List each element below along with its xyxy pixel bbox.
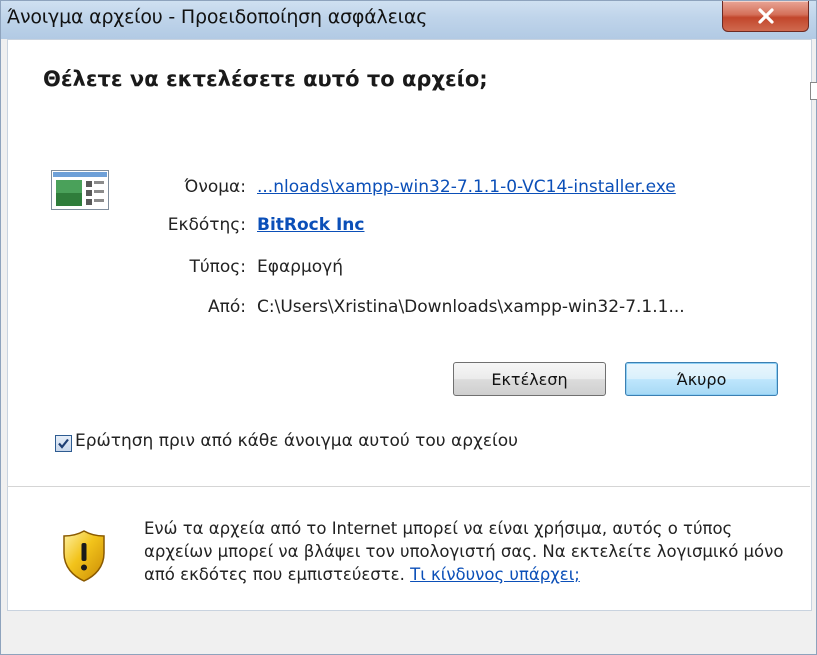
name-label: Όνομα: bbox=[184, 177, 246, 197]
ask-before-open-label[interactable]: Ερώτηση πριν από κάθε άνοιγμα αυτού του … bbox=[75, 431, 518, 451]
security-warning-text: Ενώ τα αρχεία από το Internet μπορεί να … bbox=[144, 517, 804, 586]
publisher-link[interactable]: BitRock Inc bbox=[257, 215, 365, 235]
title-bar[interactable]: Άνοιγμα αρχείου - Προειδοποίηση ασφάλεια… bbox=[1, 1, 816, 39]
resize-grip bbox=[810, 82, 817, 100]
type-label: Τύπος: bbox=[189, 257, 246, 277]
cancel-button[interactable]: Άκυρο bbox=[625, 362, 778, 396]
dialog-heading: Θέλετε να εκτελέσετε αυτό το αρχείο; bbox=[43, 67, 488, 91]
separator bbox=[7, 486, 810, 487]
run-button[interactable]: Εκτέλεση bbox=[453, 362, 606, 396]
window-title: Άνοιγμα αρχείου - Προειδοποίηση ασφάλεια… bbox=[7, 6, 428, 28]
security-warning-dialog: Άνοιγμα αρχείου - Προειδοποίηση ασφάλεια… bbox=[0, 0, 817, 655]
what-is-the-risk-link[interactable]: Τι κίνδυνος υπάρχει; bbox=[410, 565, 580, 584]
application-file-icon bbox=[51, 170, 109, 210]
close-button[interactable] bbox=[722, 1, 809, 32]
type-value: Εφαρμογή bbox=[257, 257, 344, 277]
from-label: Από: bbox=[208, 297, 246, 317]
checkmark-icon bbox=[58, 438, 69, 449]
ask-before-open-checkbox[interactable] bbox=[55, 435, 72, 452]
file-name-link[interactable]: ...nloads\xampp-win32-7.1.1-0-VC14-insta… bbox=[257, 177, 676, 197]
from-value: C:\Users\Xristina\Downloads\xampp-win32-… bbox=[257, 297, 685, 317]
publisher-label: Εκδότης: bbox=[167, 215, 246, 235]
security-shield-icon bbox=[63, 530, 105, 582]
close-icon bbox=[757, 8, 774, 24]
